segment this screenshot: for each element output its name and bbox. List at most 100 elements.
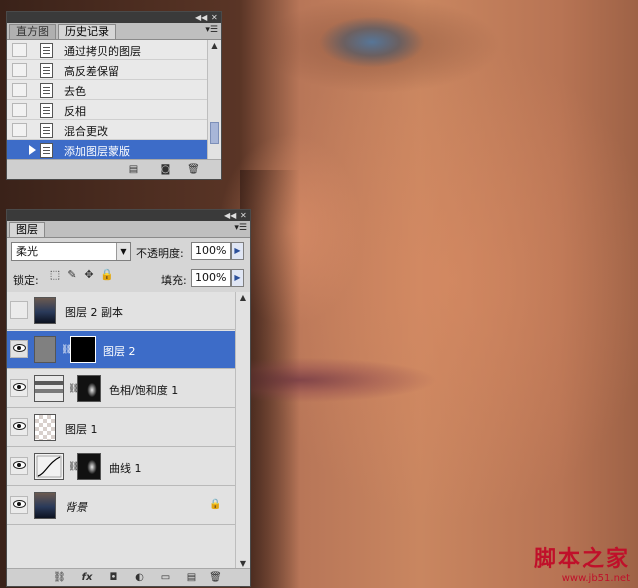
history-item-current[interactable]: 添加图层蒙版 <box>7 140 207 160</box>
history-state-slider-icon[interactable] <box>29 145 36 155</box>
history-item-label: 去色 <box>64 85 86 98</box>
snapshot-source-checkbox[interactable] <box>12 103 27 117</box>
layer-row[interactable]: ⛓ 曲线 1 <box>7 448 237 486</box>
scroll-up-icon[interactable]: ▲ <box>208 40 221 52</box>
tab-histogram[interactable]: 直方图 <box>9 24 56 39</box>
link-layers-icon[interactable]: ⛓ <box>53 572 66 584</box>
history-item[interactable]: 混合更改 <box>7 120 207 140</box>
blend-mode-value: 柔光 <box>16 245 38 258</box>
snapshot-source-checkbox[interactable] <box>12 83 27 97</box>
hue-saturation-adjustment-icon <box>34 375 64 402</box>
lock-transparent-pixels-icon[interactable]: ⬚ <box>49 269 61 281</box>
visibility-toggle[interactable] <box>10 301 28 319</box>
history-state-icon <box>40 83 53 98</box>
panel-titlebar[interactable]: ◀◀ ✕ <box>7 210 250 221</box>
lock-label: 锁定: <box>13 274 39 287</box>
layer-name: 图层 2 <box>103 345 136 358</box>
layer-row[interactable]: 图层 2 副本 <box>7 292 237 330</box>
snapshot-source-checkbox[interactable] <box>12 143 27 157</box>
new-group-icon[interactable]: ▭ <box>159 572 172 584</box>
new-layer-icon[interactable]: ▤ <box>185 572 198 584</box>
opacity-field[interactable]: 100% <box>191 242 231 260</box>
watermark-main: 脚本之家 <box>533 546 630 572</box>
link-icon[interactable]: ⛓ <box>61 344 72 356</box>
layer-list: 图层 2 副本 ⛓ 图层 2 ⛓ 色相/饱和度 1 图层 1 ⛓ 曲线 1 背景… <box>7 292 237 570</box>
eye-icon[interactable] <box>13 344 26 352</box>
transparent-layer-thumbnail <box>34 414 56 441</box>
link-icon[interactable]: ⛓ <box>68 461 79 473</box>
history-footer: ▤ ◙ 🗑 <box>7 159 221 179</box>
watermark: 脚本之家 www.jb51.net <box>534 541 630 584</box>
history-item[interactable]: 去色 <box>7 80 207 100</box>
history-item[interactable]: 反相 <box>7 100 207 120</box>
layers-tabs: 图层 ▾☰ <box>7 221 250 238</box>
link-icon[interactable]: ⛓ <box>68 383 79 395</box>
opacity-slider-arrow-icon[interactable]: ▶ <box>231 242 244 260</box>
panel-menu-icon[interactable]: ▾☰ <box>205 25 218 35</box>
history-item-label: 添加图层蒙版 <box>64 145 130 158</box>
blend-mode-select[interactable]: 柔光 ▼ <box>11 242 131 261</box>
history-state-icon <box>40 63 53 78</box>
new-document-from-state-icon[interactable]: ▤ <box>127 164 140 176</box>
fill-slider-arrow-icon[interactable]: ▶ <box>231 269 244 287</box>
eye-icon[interactable] <box>13 383 26 391</box>
layer-name: 图层 2 副本 <box>65 306 123 319</box>
history-state-icon <box>40 103 53 118</box>
fill-field[interactable]: 100% <box>191 269 231 287</box>
history-state-icon <box>40 123 53 138</box>
delete-layer-icon[interactable]: 🗑 <box>209 572 222 584</box>
tab-layers[interactable]: 图层 <box>9 222 45 237</box>
layer-row-selected[interactable]: ⛓ 图层 2 <box>7 331 237 369</box>
lock-image-pixels-icon[interactable]: ✎ <box>66 269 78 281</box>
eye-icon[interactable] <box>13 461 26 469</box>
scroll-thumb[interactable] <box>210 122 219 144</box>
snapshot-source-checkbox[interactable] <box>12 43 27 57</box>
panel-menu-icon[interactable]: ▾☰ <box>234 223 247 233</box>
history-item-label: 混合更改 <box>64 125 108 138</box>
lock-position-icon[interactable]: ✥ <box>83 269 95 281</box>
layer-name: 色相/饱和度 1 <box>109 384 179 397</box>
fill-label: 填充: <box>161 274 187 287</box>
close-icon[interactable]: ✕ <box>240 211 247 220</box>
history-item[interactable]: 通过拷贝的图层 <box>7 40 207 60</box>
history-item-label: 通过拷贝的图层 <box>64 45 141 58</box>
panel-titlebar[interactable]: ◀◀ ✕ <box>7 12 221 23</box>
layer-thumbnail <box>34 297 56 324</box>
snapshot-source-checkbox[interactable] <box>12 123 27 137</box>
history-item[interactable]: 高反差保留 <box>7 60 207 80</box>
add-layer-mask-icon[interactable]: ◘ <box>107 572 120 584</box>
delete-state-icon[interactable]: 🗑 <box>187 164 200 176</box>
create-snapshot-icon[interactable]: ◙ <box>159 164 172 176</box>
scroll-up-icon[interactable]: ▲ <box>236 292 250 304</box>
layer-style-fx-icon[interactable]: fx <box>79 572 95 584</box>
tab-history[interactable]: 历史记录 <box>58 24 116 39</box>
lock-icon: 🔒 <box>209 499 222 510</box>
lock-row: 锁定: ⬚ ✎ ✥ 🔒 填充: 100% ▶ <box>7 266 252 290</box>
history-state-icon <box>40 43 53 58</box>
layer-thumbnail <box>34 336 56 363</box>
layer-row[interactable]: 背景 🔒 <box>7 487 237 525</box>
layers-panel: ◀◀ ✕ 图层 ▾☰ 柔光 ▼ 不透明度: 100% ▶ 锁定: ⬚ ✎ ✥ 🔒… <box>6 209 251 587</box>
snapshot-source-checkbox[interactable] <box>12 63 27 77</box>
history-tabs: 直方图 历史记录 ▾☰ <box>7 23 221 40</box>
close-icon[interactable]: ✕ <box>211 13 218 22</box>
layers-scrollbar[interactable]: ▲ ▼ <box>235 292 250 570</box>
opacity-label: 不透明度: <box>136 247 184 260</box>
layer-name: 背景 <box>65 501 87 514</box>
history-scrollbar[interactable]: ▲ ▼ <box>207 40 221 172</box>
new-adjustment-layer-icon[interactable]: ◐ <box>133 572 146 584</box>
curves-graph-icon <box>36 455 62 478</box>
eye-icon[interactable] <box>13 500 26 508</box>
lock-all-icon[interactable]: 🔒 <box>100 269 114 281</box>
layer-mask-thumbnail <box>77 375 101 402</box>
eye-icon[interactable] <box>13 422 26 430</box>
collapse-icon[interactable]: ◀◀ <box>224 211 236 220</box>
layer-name: 曲线 1 <box>109 462 142 475</box>
layer-thumbnail <box>34 492 56 519</box>
layer-mask-thumbnail <box>77 453 101 480</box>
collapse-icon[interactable]: ◀◀ <box>195 13 207 22</box>
history-panel: ◀◀ ✕ 直方图 历史记录 ▾☰ 通过拷贝的图层 高反差保留 去色 反相 混合更… <box>6 11 222 180</box>
layer-row[interactable]: ⛓ 色相/饱和度 1 <box>7 370 237 408</box>
history-item-label: 高反差保留 <box>64 65 119 78</box>
layer-row[interactable]: 图层 1 <box>7 409 237 447</box>
